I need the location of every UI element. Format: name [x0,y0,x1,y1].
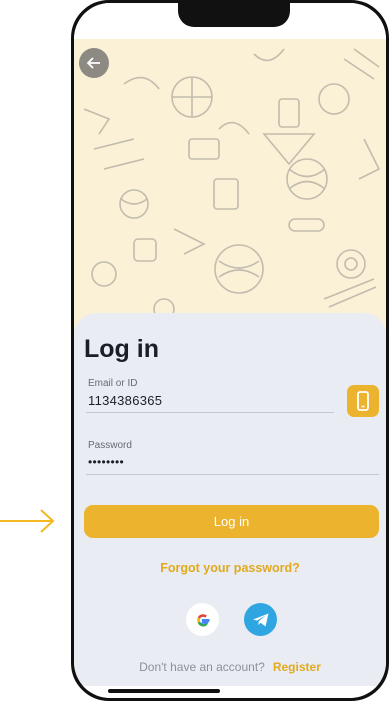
sports-pattern-banner [74,39,386,329]
google-icon [196,613,209,626]
back-button[interactable] [79,48,109,78]
sports-pattern [83,48,381,320]
google-login-button[interactable] [186,603,219,636]
pointer-arrow-icon [0,509,55,533]
password-label: Password [88,440,132,451]
email-label: Email or ID [88,378,138,389]
phone-frame: Log in Email or ID 1134386365 Password •… [71,0,389,701]
telegram-login-button[interactable] [244,603,277,636]
email-field[interactable]: 1134386365 [88,393,162,408]
phone-login-button[interactable] [347,385,379,417]
login-card: Log in Email or ID 1134386365 Password •… [74,313,386,693]
password-field[interactable]: •••••••• [88,455,124,469]
home-indicator [108,689,220,693]
mobile-phone-icon [357,391,369,411]
email-underline [86,412,334,413]
forgot-password-link[interactable]: Forgot your password? [74,561,386,575]
no-account-text: Don't have an account? [139,660,265,674]
password-underline [86,474,379,475]
register-link[interactable]: Register [273,660,321,674]
page-title: Log in [84,335,159,363]
arrow-left-icon [86,57,100,69]
login-screen: Log in Email or ID 1134386365 Password •… [74,3,386,698]
device-notch [178,3,290,27]
login-button[interactable]: Log in [84,505,379,538]
telegram-icon [252,613,268,626]
register-row: Don't have an account? Register [74,660,386,674]
